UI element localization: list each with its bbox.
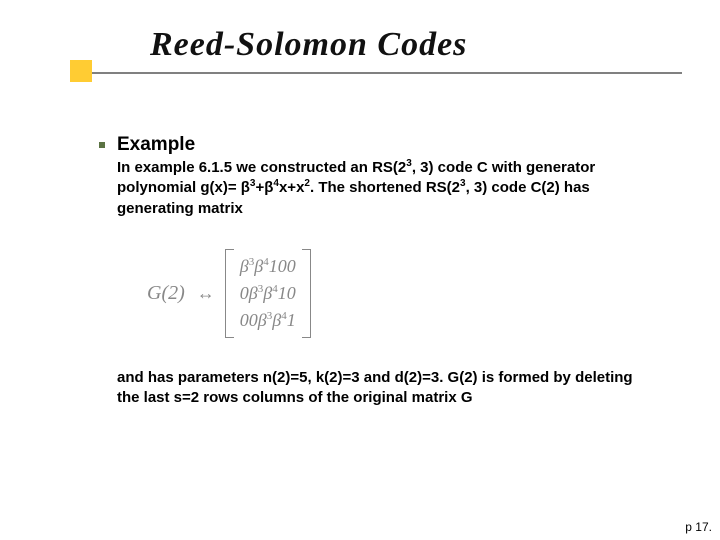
matrix-row-1: β3β4100 [240,253,296,280]
r3-b2: β [272,310,281,330]
r3-rest: 1 [287,310,296,330]
p1-seg4: x+x [279,179,304,196]
r1-b2: β [254,256,263,276]
page-number: p 17. [685,520,712,534]
matrix-label: G(2) [147,282,185,305]
title-underline [92,72,682,74]
p1-seg5: . The shortened RS(2 [310,179,460,196]
title-area: Reed-Solomon Codes [0,0,720,64]
paragraph-1: In example 6.1.5 we constructed an RS(23… [117,158,657,219]
matrix-row-3: 00β3β41 [240,307,296,334]
r1-rest: 100 [269,256,296,276]
bracket-right-icon [302,249,311,338]
r1-b1: β [240,256,249,276]
p1-seg3: +β [255,179,273,196]
slide-title: Reed-Solomon Codes [150,26,720,64]
accent-square [70,60,92,82]
matrix-rows: β3β4100 0β3β410 00β3β41 [234,249,302,338]
matrix-block: G(2) ↔ β3β4100 0β3β410 00β3β41 [147,249,657,338]
matrix: β3β4100 0β3β410 00β3β41 [225,249,311,338]
r3-pre: 00 [240,310,258,330]
arrow-icon: ↔ [197,283,215,304]
r2-pre: 0 [240,283,249,303]
matrix-row-2: 0β3β410 [240,280,296,307]
example-heading: Example [117,134,657,156]
body: Example In example 6.1.5 we constructed … [117,134,657,408]
r2-b2: β [263,283,272,303]
paragraph-2: and has parameters n(2)=5, k(2)=3 and d(… [117,368,657,409]
slide: Reed-Solomon Codes Example In example 6.… [0,0,720,540]
r2-b1: β [249,283,258,303]
p1-seg1: In example 6.1.5 we constructed an RS(2 [117,159,406,176]
bracket-left-icon [225,249,234,338]
bullet-icon [99,142,105,148]
r2-rest: 10 [278,283,296,303]
r3-b1: β [258,310,267,330]
